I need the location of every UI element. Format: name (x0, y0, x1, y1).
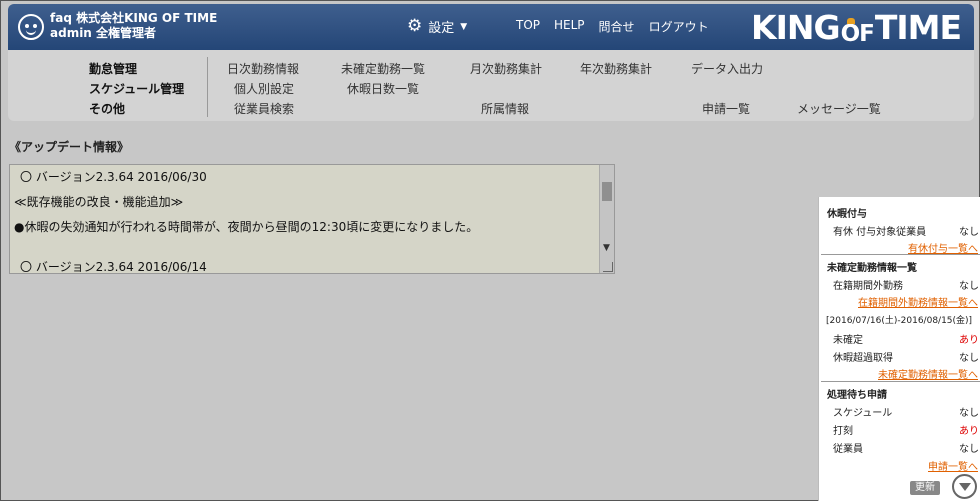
menu-link-leave-days[interactable]: 休暇日数一覧 (347, 80, 419, 97)
nav-top-link[interactable]: TOP (516, 18, 540, 35)
caret-down-icon: ▼ (460, 21, 468, 32)
top-nav: TOP HELP 問合せ ログアウト (516, 18, 709, 35)
leave-grant-title: 休暇付与 (827, 209, 867, 220)
menu-category-attendance: 勤怠管理 (89, 62, 138, 76)
pending-schedule-label: スケジュール (833, 408, 893, 419)
menu-link-departments[interactable]: 所属情報 (481, 100, 529, 117)
menu-link-yearly-summary[interactable]: 年次勤務集計 (580, 60, 652, 77)
gear-icon: ⚙ (407, 16, 423, 36)
menu-link-daily-work[interactable]: 日次勤務情報 (227, 60, 299, 77)
nav-logout-link[interactable]: ログアウト (649, 18, 709, 35)
menu-link-messages[interactable]: メッセージ一覧 (797, 100, 881, 117)
update-line: 〇 バージョン2.3.64 2016/06/30 (20, 170, 207, 184)
outside-period-label: 在籍期間外勤務 (833, 281, 903, 292)
menu-link-monthly-summary[interactable]: 月次勤務集計 (470, 60, 542, 77)
update-line: ●休暇の失効通知が行われる時間帯が、夜間から昼間の12:30頃に変更になりました… (14, 220, 479, 234)
pending-employee-label: 従業員 (833, 444, 863, 455)
resize-grip-icon[interactable] (603, 262, 613, 272)
pending-employee-value: なし (959, 444, 979, 455)
update-scrollbar[interactable]: ▼ (599, 165, 614, 273)
outside-period-link[interactable]: 在籍期間外勤務情報一覧へ (858, 294, 978, 309)
period-range: [2016/07/16(土)-2016/08/15(金)] (826, 316, 973, 326)
menu-link-employee-search[interactable]: 従業員検索 (234, 100, 294, 117)
main-menu: 勤怠管理 スケジュール管理 その他 日次勤務情報 未確定勤務一覧 月次勤務集計 … (8, 50, 974, 121)
menu-link-data-io[interactable]: データ入出力 (691, 60, 763, 77)
leave-grant-list-link[interactable]: 有休付与一覧へ (908, 240, 978, 255)
menu-category-schedule: スケジュール管理 (89, 82, 185, 96)
unconfirmed-value: あり (959, 335, 979, 346)
scroll-down-arrow-icon[interactable]: ▼ (603, 243, 610, 253)
update-line: ≪既存機能の改良・機能追加≫ (14, 195, 184, 209)
pending-requests-title: 処理待ち申請 (827, 390, 887, 401)
menu-link-requests[interactable]: 申請一覧 (702, 100, 750, 117)
outside-period-value: なし (959, 281, 979, 292)
refresh-button[interactable]: 更新 (910, 481, 940, 495)
update-info-title: 《アップデート情報》 (9, 140, 130, 154)
menu-link-individual-settings[interactable]: 個人別設定 (234, 80, 294, 97)
status-side-panel: 休暇付与 有休 付与対象従業員 なし 有休付与一覧へ 未確定勤務情報一覧 在籍期… (818, 197, 980, 501)
panel-divider (821, 254, 980, 255)
smiley-logo-icon (18, 14, 44, 40)
account-info: faq 株式会社KING OF TIME admin 全権管理者 (50, 11, 217, 41)
pending-punch-value: あり (959, 426, 979, 437)
collapse-down-icon[interactable] (952, 474, 977, 499)
settings-label: 設定 (428, 21, 455, 36)
menu-link-unconfirmed-list[interactable]: 未確定勤務一覧 (341, 60, 425, 77)
pending-punch-label: 打刻 (833, 426, 853, 437)
unconfirmed-label: 未確定 (833, 335, 863, 346)
overuse-value: なし (959, 353, 979, 364)
nav-contact-link[interactable]: 問合せ (599, 18, 635, 35)
account-user: admin 全権管理者 (50, 26, 157, 40)
brand-of: OF (840, 18, 875, 47)
account-company: faq 株式会社KING OF TIME (50, 11, 218, 25)
overuse-label: 休暇超過取得 (833, 353, 893, 364)
update-info-box[interactable]: 〇 バージョン2.3.64 2016/06/30 ≪既存機能の改良・機能追加≫ … (9, 164, 615, 274)
brand-logo: KING OF TIME (751, 8, 962, 47)
unconfirmed-list-link[interactable]: 未確定勤務情報一覧へ (878, 366, 978, 381)
menu-divider (207, 57, 208, 117)
settings-menu-button[interactable]: ⚙ 設定 ▼ (407, 16, 468, 37)
unconfirmed-title: 未確定勤務情報一覧 (827, 263, 917, 274)
panel-divider (821, 381, 980, 382)
nav-help-link[interactable]: HELP (554, 18, 585, 35)
requests-list-link[interactable]: 申請一覧へ (928, 458, 978, 473)
leave-grant-row-value: なし (959, 227, 979, 238)
leave-grant-row-label: 有休 付与対象従業員 (833, 227, 927, 238)
app-header: faq 株式会社KING OF TIME admin 全権管理者 ⚙ 設定 ▼ … (8, 4, 974, 50)
scrollbar-thumb[interactable] (602, 182, 612, 201)
menu-category-other: その他 (89, 102, 126, 116)
update-line: 〇 バージョン2.3.64 2016/06/14 (20, 260, 207, 274)
pending-schedule-value: なし (959, 408, 979, 419)
